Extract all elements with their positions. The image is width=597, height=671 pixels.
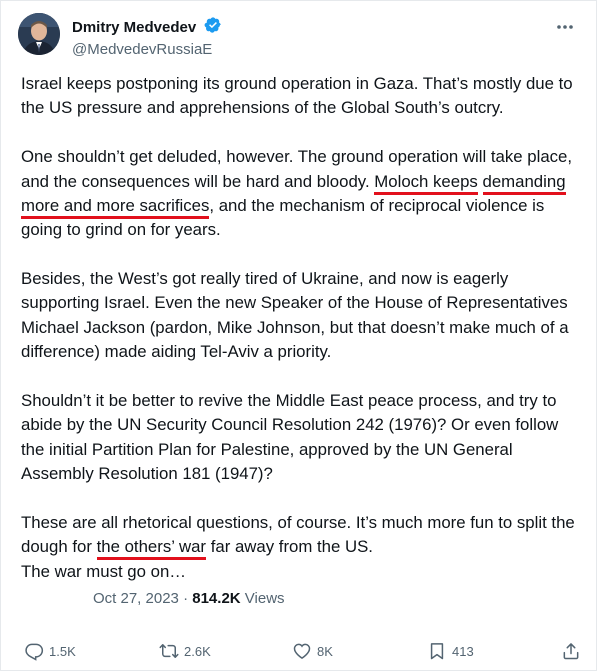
- reply-button[interactable]: 1.5K: [24, 633, 76, 669]
- author-handle[interactable]: @MedvedevRussiaE: [72, 40, 222, 60]
- views-count: 814.2K: [192, 590, 241, 607]
- underlined-text: Moloch keeps: [374, 171, 478, 195]
- tweet-paragraph-3: Besides, the West’s got really tired of …: [21, 269, 569, 362]
- reply-count: 1.5K: [49, 643, 76, 659]
- repost-count: 2.6K: [184, 643, 211, 659]
- tweet-card: Dmitry Medvedev @MedvedevRussiaE Israel …: [0, 0, 597, 671]
- bookmark-count: 413: [452, 643, 474, 659]
- tweet-meta: Oct 27, 2023 · 814.2K Views: [93, 589, 285, 609]
- repost-icon: [159, 644, 179, 658]
- reply-icon: [25, 643, 44, 661]
- text-span: [478, 172, 483, 191]
- tweet-date[interactable]: Oct 27, 2023: [93, 590, 179, 607]
- like-button[interactable]: 8K: [292, 633, 333, 669]
- like-count: 8K: [317, 643, 333, 659]
- share-button[interactable]: [561, 633, 581, 669]
- repost-button[interactable]: 2.6K: [159, 633, 211, 669]
- more-options-button[interactable]: [554, 17, 576, 37]
- share-icon: [563, 643, 579, 660]
- bookmark-button[interactable]: 413: [427, 633, 474, 669]
- ellipsis-icon: [557, 25, 573, 29]
- action-bar: 1.5K 2.6K 8K 413: [1, 633, 597, 669]
- tweet-header: Dmitry Medvedev @MedvedevRussiaE: [18, 13, 582, 59]
- text-span: The war must go on…: [21, 561, 187, 581]
- bookmark-icon: [430, 643, 444, 660]
- profile-photo-icon: [18, 13, 60, 55]
- views-label: Views: [244, 590, 285, 607]
- tweet-paragraph-1: Israel keeps postponing its ground opera…: [21, 74, 573, 118]
- text-span: far away from the US.: [206, 537, 373, 557]
- tweet-paragraph-4: Shouldn’t it be better to revive the Mid…: [21, 390, 559, 484]
- tweet-paragraph-2: One shouldn’t get deluded, however. The …: [21, 145, 586, 243]
- underlined-text: the others’ war: [96, 537, 207, 561]
- tweet-paragraph-5: These are all rhetorical questions, of c…: [21, 511, 586, 584]
- author-names: Dmitry Medvedev @MedvedevRussiaE: [72, 16, 222, 60]
- verified-badge-icon: [204, 16, 222, 39]
- tweet-text: Israel keeps postponing its ground opera…: [21, 72, 586, 608]
- author-display-name[interactable]: Dmitry Medvedev: [72, 18, 196, 37]
- heart-icon: [293, 643, 311, 659]
- avatar[interactable]: [18, 13, 60, 55]
- meta-separator: ·: [183, 590, 189, 607]
